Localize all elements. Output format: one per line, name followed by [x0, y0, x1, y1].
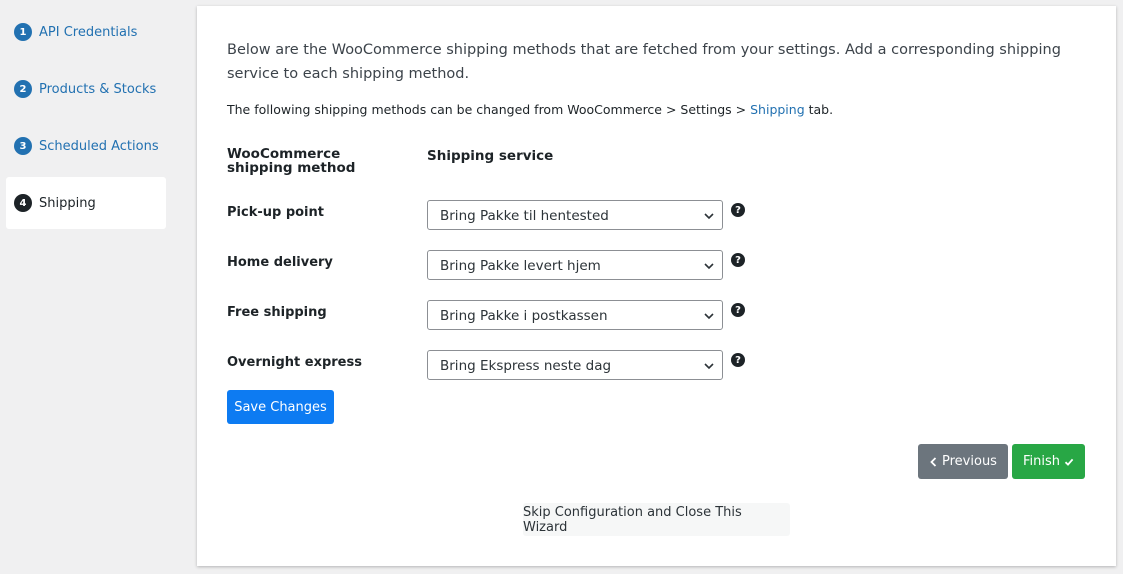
select-value: Bring Pakke i postkassen	[440, 308, 608, 324]
step-number: 2	[14, 80, 32, 98]
question-circle-icon[interactable]: ?	[731, 353, 745, 367]
step-label: API Credentials	[39, 24, 138, 40]
chevron-down-icon	[704, 263, 714, 270]
step-label: Products & Stocks	[39, 81, 157, 97]
step-api-credentials[interactable]: 1 API Credentials	[6, 6, 166, 58]
previous-label: Previous	[942, 454, 997, 469]
intro-text: Below are the WooCommerce shipping metho…	[227, 42, 1061, 82]
shipping-panel: Below are the WooCommerce shipping metho…	[197, 6, 1116, 566]
chevron-down-icon	[704, 363, 714, 370]
shipping-settings-link[interactable]: Shipping	[750, 102, 805, 117]
shipping-method-label: Free shipping	[227, 305, 327, 320]
shipping-method-label: Home delivery	[227, 255, 333, 270]
question-circle-icon[interactable]: ?	[731, 203, 745, 217]
skip-configuration-button[interactable]: Skip Configuration and Close This Wizard	[523, 503, 790, 536]
column-header-service: Shipping service	[427, 148, 554, 164]
select-value: Bring Pakke til hentested	[440, 208, 609, 224]
shipping-service-select-home-delivery[interactable]: Bring Pakke levert hjem	[427, 250, 723, 280]
step-label: Scheduled Actions	[39, 138, 159, 154]
shipping-row-free-shipping: Free shipping Bring Pakke i postkassen ?	[227, 300, 827, 330]
select-value: Bring Pakke levert hjem	[440, 258, 601, 274]
step-label: Shipping	[39, 195, 96, 211]
settings-note: The following shipping methods can be ch…	[227, 102, 1087, 117]
step-number: 3	[14, 137, 32, 155]
select-value: Bring Ekspress neste dag	[440, 358, 612, 374]
shipping-method-label: Pick-up point	[227, 205, 324, 220]
shipping-row-pickup-point: Pick-up point Bring Pakke til hentested …	[227, 200, 827, 230]
step-number: 1	[14, 23, 32, 41]
shipping-row-overnight-express: Overnight express Bring Ekspress neste d…	[227, 350, 827, 380]
shipping-row-home-delivery: Home delivery Bring Pakke levert hjem ?	[227, 250, 827, 280]
shipping-service-select-free-shipping[interactable]: Bring Pakke i postkassen	[427, 300, 723, 330]
chevron-left-icon	[930, 456, 937, 467]
step-number: 4	[14, 194, 32, 212]
question-circle-icon[interactable]: ?	[731, 303, 745, 317]
shipping-service-select-overnight-express[interactable]: Bring Ekspress neste dag	[427, 350, 723, 380]
finish-button[interactable]: Finish	[1012, 444, 1085, 479]
note-suffix: tab.	[804, 102, 834, 117]
chevron-down-icon	[704, 213, 714, 220]
wizard-steps: 1 API Credentials 2 Products & Stocks 3 …	[6, 6, 166, 234]
note-prefix: The following shipping methods can be ch…	[227, 102, 751, 117]
step-products-stocks[interactable]: 2 Products & Stocks	[6, 63, 166, 115]
save-changes-button[interactable]: Save Changes	[227, 390, 334, 424]
shipping-service-select-pickup-point[interactable]: Bring Pakke til hentested	[427, 200, 723, 230]
check-icon	[1064, 458, 1074, 466]
step-shipping[interactable]: 4 Shipping	[6, 177, 166, 229]
question-circle-icon[interactable]: ?	[731, 253, 745, 267]
step-scheduled-actions[interactable]: 3 Scheduled Actions	[6, 120, 166, 172]
column-header-method: WooCommerce shipping method	[227, 146, 356, 176]
shipping-method-label: Overnight express	[227, 355, 362, 370]
previous-button[interactable]: Previous	[918, 444, 1008, 479]
finish-label: Finish	[1022, 454, 1060, 469]
chevron-down-icon	[704, 313, 714, 320]
